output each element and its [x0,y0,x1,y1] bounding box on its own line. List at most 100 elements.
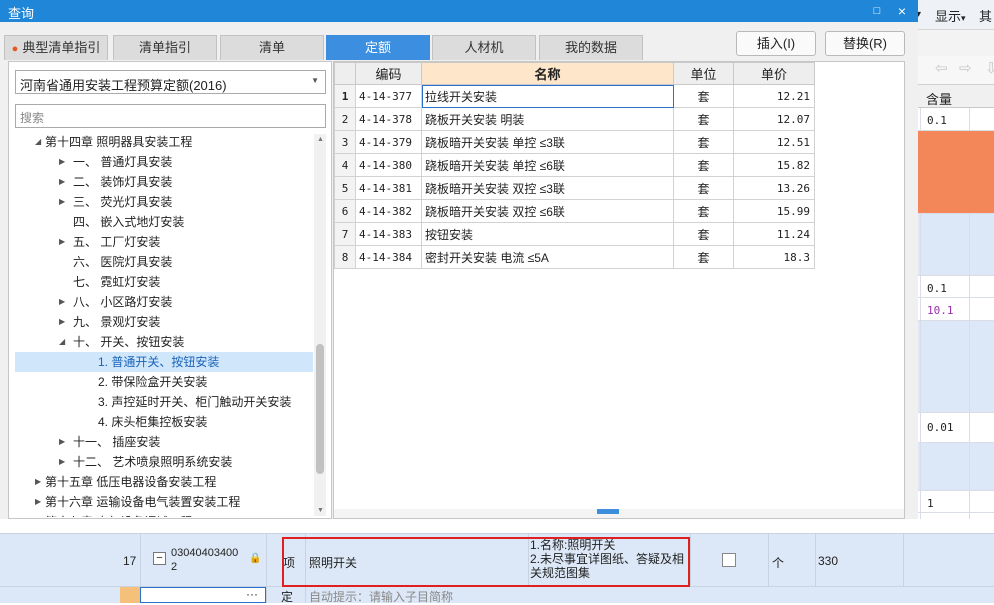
table-row[interactable]: 3 4-14-379 跷板暗开关安装 单控 ≤3联套 12.51 [334,130,815,154]
table-row[interactable]: 2 4-14-378 跷板开关安装 明装套 12.07 [334,107,815,131]
collapsed-triangle-icon[interactable]: ▶ [59,172,65,192]
display-menu[interactable]: 显示▾ [935,6,966,25]
column-header-code[interactable]: 编码 [355,62,422,85]
column-header-name[interactable]: 名称 [421,62,674,85]
expanded-triangle-icon[interactable]: ◢ [59,332,65,352]
cell-code[interactable]: 4-14-382 [355,199,422,223]
collapsed-triangle-icon[interactable]: ▶ [59,452,65,472]
cell-name[interactable]: 拉线开关安装 [421,84,674,108]
close-icon[interactable]: × [893,2,911,20]
cell-unit[interactable]: 套 [673,153,734,177]
column-header-unit[interactable]: 单位 [673,62,734,85]
cell-name[interactable]: 跷板暗开关安装 双控 ≤6联 [421,199,674,223]
tab-labor-material-machine[interactable]: 人材机 [432,35,536,60]
cell-name[interactable]: 跷板暗开关安装 单控 ≤6联 [421,153,674,177]
tree-item[interactable]: 3. 声控延时开关、柜门触动开关安装 [15,392,313,412]
arrow-right-icon[interactable]: ⇨ [959,59,972,77]
cell-price[interactable]: 15.82 [733,153,815,177]
cell-price[interactable]: 13.26 [733,176,815,200]
row-number[interactable]: 6 [334,199,356,223]
tree-item[interactable]: ◢ 第十四章 照明器具安装工程 [15,132,313,152]
table-row[interactable]: ··· 定 自动提示：请输入子目简称 [0,587,994,605]
cell-price[interactable]: 18.3 [733,245,815,269]
collapsed-triangle-icon[interactable]: ▶ [59,292,65,312]
cell-code[interactable]: 4-14-380 [355,153,422,177]
scroll-down-icon[interactable]: ▼ [317,507,324,514]
tab-quota[interactable]: 定额 [326,35,430,60]
cell-price[interactable]: 11.24 [733,222,815,246]
cell-name[interactable]: 密封开关安装 电流 ≤5A [421,245,674,269]
cell-price[interactable]: 15.99 [733,199,815,223]
tree-item[interactable]: 四、 嵌入式地灯安装 [15,212,313,232]
column-header-price[interactable]: 单价 [733,62,815,85]
scroll-up-icon[interactable]: ▲ [317,136,324,143]
tree-item[interactable]: ▶ 第十七章 电气设备调试工程 [15,512,313,517]
cell-price[interactable]: 12.51 [733,130,815,154]
cell-price[interactable]: 12.07 [733,107,815,131]
collapsed-triangle-icon[interactable]: ▶ [59,192,65,212]
collapsed-triangle-icon[interactable]: ▶ [59,432,65,452]
row-number[interactable]: 5 [334,176,356,200]
table-row[interactable]: 8 4-14-384 密封开关安装 电流 ≤5A 套 18.3 [334,245,815,269]
cell-name[interactable]: 按钮安装 [421,222,674,246]
cell-name[interactable]: 跷板开关安装 明装 [421,107,674,131]
row-number[interactable]: 3 [334,130,356,154]
table-row[interactable]: 1 4-14-377 拉线开关安装套 12.21 [334,84,815,108]
search-input[interactable]: 搜索 [15,104,326,128]
tree-item[interactable]: ▶ 二、 装饰灯具安装 [15,172,313,192]
tab-list[interactable]: 清单 [220,35,324,60]
tab-typical-list-guide[interactable]: ● 典型清单指引 [4,35,108,60]
row-checkbox[interactable] [722,553,736,567]
collapsed-triangle-icon[interactable]: ▶ [35,512,41,517]
collapsed-triangle-icon[interactable]: ▶ [59,152,65,172]
library-select[interactable]: 河南省通用安装工程预算定额(2016) ▼ [15,70,326,94]
collapse-toggle[interactable]: − [153,552,166,565]
tab-my-data[interactable]: 我的数据 [539,35,643,60]
cell-price[interactable]: 12.21 [733,84,815,108]
maximize-icon[interactable]: □ [868,2,886,20]
table-row[interactable]: 7 4-14-383 按钮安装套 11.24 [334,222,815,246]
scrollbar-thumb[interactable] [316,344,324,474]
row-number[interactable]: 7 [334,222,356,246]
insert-button[interactable]: 插入(I) [736,31,816,56]
row-number[interactable]: 1 [334,84,356,108]
row-number[interactable]: 8 [334,245,356,269]
tree-item[interactable]: ▶ 十一、 插座安装 [15,432,313,452]
expanded-triangle-icon[interactable]: ◢ [35,132,41,152]
tree-item[interactable]: ◢ 十、 开关、按钮安装 [15,332,313,352]
cell-name[interactable]: 跷板暗开关安装 双控 ≤3联 [421,176,674,200]
cell-code[interactable]: 4-14-381 [355,176,422,200]
tree-item[interactable]: ▶ 十二、 艺术喷泉照明系统安装 [15,452,313,472]
more-button[interactable]: ··· [246,587,258,601]
table-hscrollbar[interactable] [334,509,904,518]
tree-item[interactable]: 1. 普通开关、按钮安装 [15,352,313,372]
collapsed-triangle-icon[interactable]: ▶ [35,472,41,492]
cell-code[interactable]: 4-14-384 [355,245,422,269]
cell-code[interactable]: 4-14-383 [355,222,422,246]
table-row[interactable]: 4 4-14-380 跷板暗开关安装 单控 ≤6联套 15.82 [334,153,815,177]
cell-code[interactable]: 4-14-377 [355,84,422,108]
cell-code[interactable]: 4-14-378 [355,107,422,131]
arrow-left-icon[interactable]: ⇦ [935,59,948,77]
tree-item[interactable]: ▶ 第十六章 运输设备电气装置安装工程 [15,492,313,512]
collapsed-triangle-icon[interactable]: ▶ [35,492,41,512]
tree-item[interactable]: 2. 带保险盒开关安装 [15,372,313,392]
tree-item[interactable]: ▶ 第十五章 低压电器设备安装工程 [15,472,313,492]
tree-item[interactable]: ▶ 九、 景观灯安装 [15,312,313,332]
cell-code[interactable]: 4-14-379 [355,130,422,154]
tab-list-guide[interactable]: 清单指引 [113,35,217,60]
row-number[interactable]: 2 [334,107,356,131]
splitter-handle[interactable] [597,509,619,514]
tree-scrollbar[interactable]: ▲ ▼ [314,134,326,516]
cell-unit[interactable]: 套 [673,222,734,246]
tree-item[interactable]: ▶ 一、 普通灯具安装 [15,152,313,172]
tree-item[interactable]: ▶ 五、 工厂灯安装 [15,232,313,252]
sub-row-hint[interactable]: 自动提示：请输入子目简称 [309,588,453,605]
cell-unit[interactable]: 套 [673,84,734,108]
arrow-down-icon[interactable]: ⇩ [985,59,994,77]
replace-button[interactable]: 替换(R) [825,31,905,56]
tree-item[interactable]: ▶ 三、 荧光灯具安装 [15,192,313,212]
cell-unit[interactable]: 套 [673,176,734,200]
table-row[interactable]: 6 4-14-382 跷板暗开关安装 双控 ≤6联套 15.99 [334,199,815,223]
cell-unit[interactable]: 套 [673,199,734,223]
